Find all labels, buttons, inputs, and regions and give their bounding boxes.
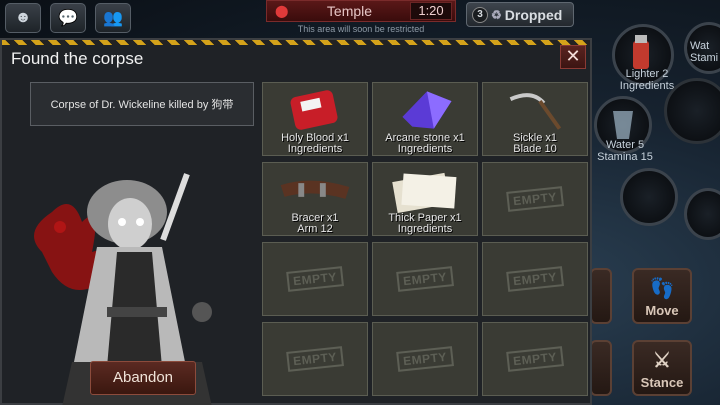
loot-slot-empty[interactable]: EMPTY bbox=[482, 162, 588, 236]
close-button[interactable]: ✕ bbox=[560, 45, 586, 69]
stance-button[interactable]: ⚔ Stance bbox=[632, 340, 692, 396]
empty-stamp: EMPTY bbox=[506, 266, 564, 292]
corpse-label: Corpse of Dr. Wickeline killed by 狗带 bbox=[30, 82, 254, 126]
close-icon: ✕ bbox=[565, 46, 581, 66]
crossed-swords-icon: ⚔ bbox=[653, 350, 671, 372]
blood-bag-icon bbox=[290, 90, 338, 130]
partial-slot-label: Wat Stami bbox=[690, 40, 719, 64]
loot-type: Ingredients bbox=[397, 143, 453, 155]
sickle-icon bbox=[509, 93, 562, 130]
footprints-icon: 👣 bbox=[649, 278, 675, 300]
dropped-label: Dropped bbox=[504, 6, 563, 23]
inventory-slot-empty-1[interactable] bbox=[620, 168, 678, 226]
loot-slot-empty[interactable]: EMPTY bbox=[372, 242, 478, 316]
location-pin-icon: ⬤ bbox=[275, 4, 289, 18]
chat-button[interactable]: 💬 bbox=[50, 3, 86, 33]
loot-slot-holy-blood[interactable]: Holy Blood x1 Ingredients bbox=[262, 82, 368, 156]
loot-slot-empty[interactable]: EMPTY bbox=[482, 322, 588, 396]
emote-button[interactable]: ☻ bbox=[5, 3, 41, 33]
smiley-icon: ☻ bbox=[14, 9, 32, 26]
loot-slot-sickle[interactable]: Sickle x1 Blade 10 bbox=[482, 82, 588, 156]
loot-slot-empty[interactable]: EMPTY bbox=[372, 322, 478, 396]
dialog-title: Found the corpse bbox=[11, 49, 144, 68]
restriction-timer: 1:20 bbox=[410, 2, 452, 20]
dropped-button[interactable]: 3 ♻ Dropped bbox=[466, 2, 574, 27]
bracer-icon bbox=[280, 180, 350, 199]
empty-stamp: EMPTY bbox=[396, 266, 454, 292]
loot-grid: Holy Blood x1 Ingredients Arcane stone x… bbox=[262, 82, 590, 404]
empty-stamp: EMPTY bbox=[506, 186, 564, 212]
location-name: Temple bbox=[326, 3, 373, 19]
empty-stamp: EMPTY bbox=[396, 346, 454, 372]
chat-bubble-icon: 💬 bbox=[58, 10, 78, 27]
loot-type: Ingredients bbox=[287, 143, 343, 155]
location-bar: ⬤ Temple 1:20 bbox=[266, 0, 456, 22]
loot-slot-thick-paper[interactable]: Thick Paper x1 Ingredients bbox=[372, 162, 478, 236]
loot-slot-empty[interactable]: EMPTY bbox=[262, 322, 368, 396]
loot-type: Arm 12 bbox=[297, 223, 333, 235]
partial-action-button-2[interactable] bbox=[590, 340, 612, 396]
loot-slot-arcane-stone[interactable]: Arcane stone x1 Ingredients bbox=[372, 82, 478, 156]
loot-type: Ingredients bbox=[397, 223, 453, 235]
empty-stamp: EMPTY bbox=[506, 346, 564, 372]
arcane-stone-icon bbox=[402, 91, 452, 129]
dropped-count: 3 bbox=[472, 6, 488, 23]
move-button[interactable]: 👣 Move bbox=[632, 268, 692, 324]
loot-type: Blade 10 bbox=[513, 143, 557, 155]
corpse-loot-dialog: Found the corpse ✕ Corpse of Dr. Wickeli… bbox=[0, 38, 592, 405]
partial-action-button-1[interactable] bbox=[590, 268, 612, 324]
abandon-button[interactable]: Abandon bbox=[90, 361, 196, 395]
paper-icon bbox=[392, 172, 457, 213]
empty-stamp: EMPTY bbox=[286, 346, 344, 372]
loot-slot-bracer[interactable]: Bracer x1 Arm 12 bbox=[262, 162, 368, 236]
loot-slot-empty[interactable]: EMPTY bbox=[482, 242, 588, 316]
hazard-stripe bbox=[2, 40, 590, 45]
empty-stamp: EMPTY bbox=[286, 266, 344, 292]
loot-slot-empty[interactable]: EMPTY bbox=[262, 242, 368, 316]
recycle-icon: ♻ bbox=[491, 7, 502, 22]
water-label: Water 5 Stamina 15 bbox=[597, 139, 653, 163]
players-button[interactable]: 👥 bbox=[95, 3, 131, 33]
players-icon: 👥 bbox=[103, 10, 123, 27]
restriction-note: This area will soon be restricted bbox=[297, 24, 425, 34]
